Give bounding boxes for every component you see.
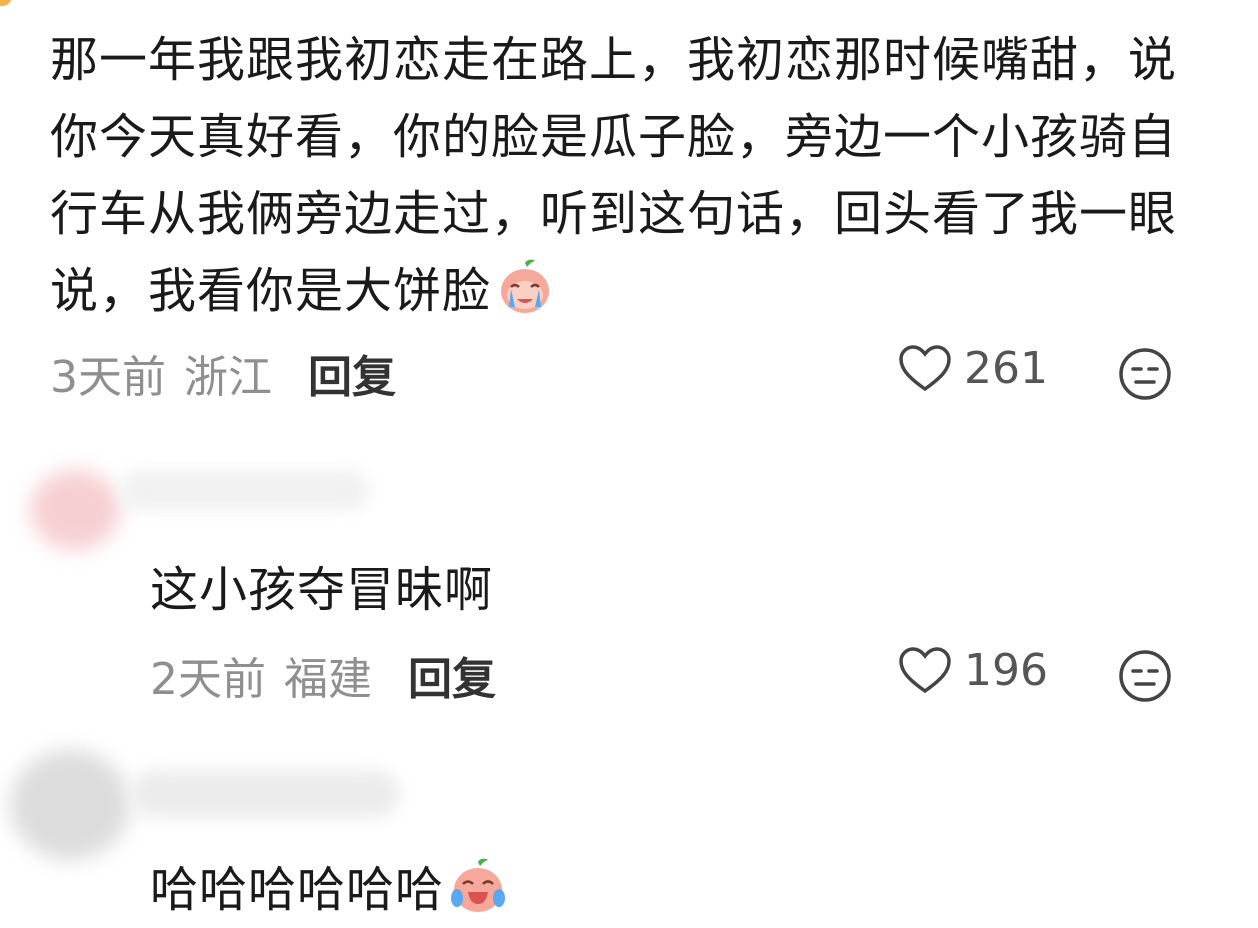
dislike-face-icon[interactable] — [1118, 347, 1172, 401]
reply-button[interactable]: 回复 — [308, 341, 396, 405]
comment-location: 浙江 — [184, 352, 272, 403]
reply-text: 哈哈哈哈哈哈 — [150, 850, 508, 920]
comment-text: 那一年我跟我初恋走在路上，我初恋那时候嘴甜，说你今天真好看，你的脸是瓜子脸，旁边… — [50, 22, 1190, 330]
reply-button[interactable]: 回复 — [408, 643, 496, 707]
avatar[interactable] — [30, 470, 120, 550]
comment-body: 那一年我跟我初恋走在路上，我初恋那时候嘴甜，说你今天真好看，你的脸是瓜子脸，旁边… — [50, 32, 1178, 319]
heart-icon — [899, 344, 951, 391]
laughing-peach-emoji-icon — [448, 856, 508, 916]
reply-body: 哈哈哈哈哈哈 — [150, 862, 445, 918]
comment-time: 3天前 — [50, 352, 166, 403]
reply-meta: 2天前 福建 回复 — [150, 645, 496, 705]
reply-location: 福建 — [284, 654, 372, 705]
dislike-face-icon[interactable] — [1118, 649, 1172, 703]
username[interactable] — [130, 770, 400, 818]
crying-peach-emoji-icon — [495, 257, 555, 317]
comment-meta: 3天前 浙江 回复 — [50, 343, 396, 403]
like-count: 196 — [964, 645, 1048, 696]
avatar[interactable] — [10, 750, 130, 860]
like-button[interactable]: 261 — [898, 343, 1048, 394]
heart-icon — [899, 646, 951, 693]
reply-text: 这小孩夺冒昧啊 — [150, 562, 494, 618]
like-count: 261 — [964, 343, 1048, 394]
reply-time: 2天前 — [150, 654, 266, 705]
username[interactable] — [120, 470, 370, 510]
avatar-edge — [0, 0, 12, 6]
like-button[interactable]: 196 — [898, 645, 1048, 696]
